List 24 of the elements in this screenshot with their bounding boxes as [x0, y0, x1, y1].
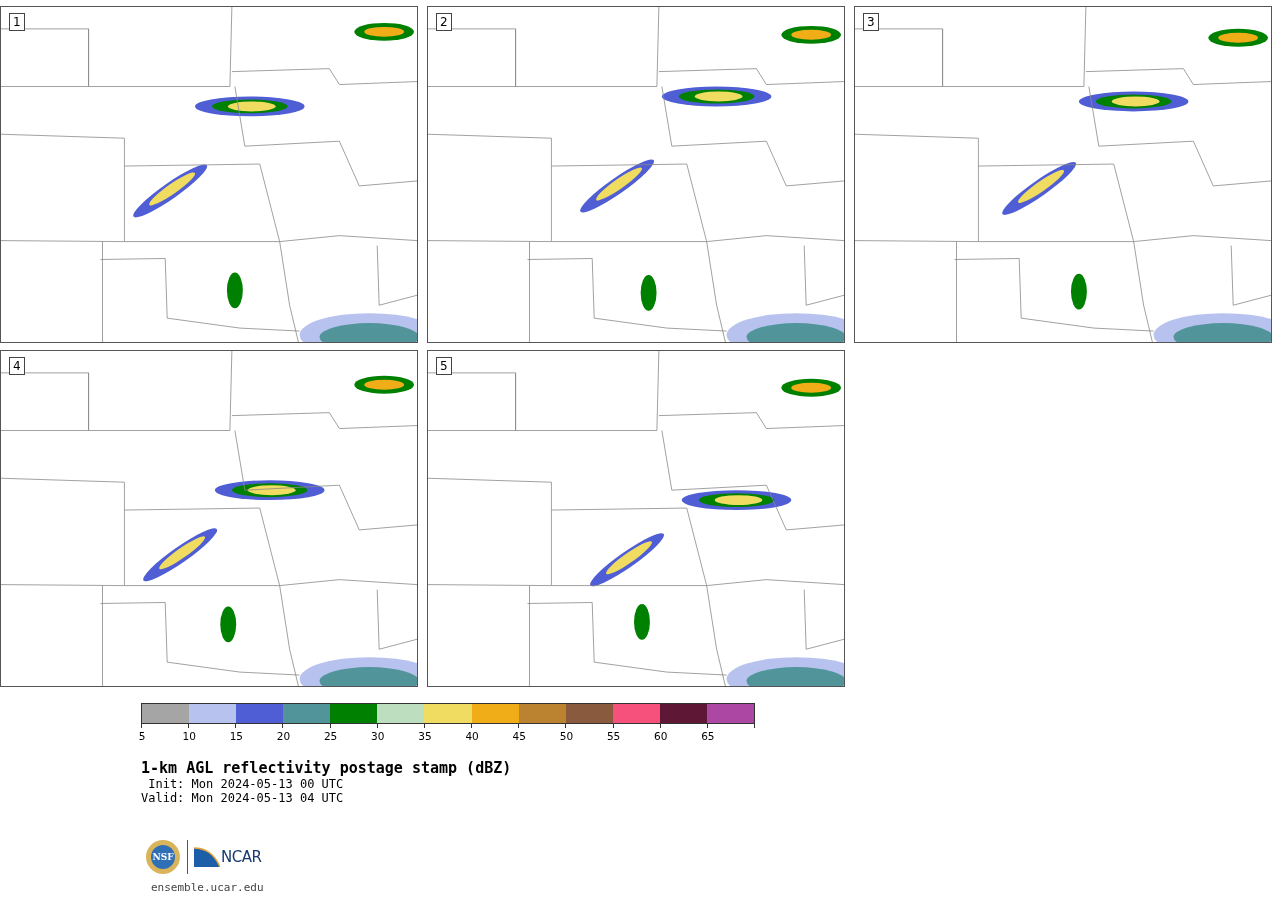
tick-label: 30 [370, 730, 386, 742]
panel-number-label: 4 [9, 357, 25, 375]
tick-label: 60 [653, 730, 669, 742]
tick-label: 15 [228, 730, 244, 742]
tick-label: 50 [558, 730, 575, 742]
tick-label: 45 [511, 730, 527, 742]
tick-label: 40 [464, 730, 480, 742]
tick-label: 20 [275, 730, 292, 742]
tick-label: 35 [417, 730, 433, 742]
tick-label: 5 [137, 730, 147, 742]
panel-number-label: 2 [436, 13, 452, 31]
panel-number-label: 1 [9, 13, 25, 31]
tick-label: 10 [181, 730, 197, 742]
tick-label: 65 [700, 730, 716, 742]
tick-label: 55 [605, 730, 622, 742]
panel-number-label: 5 [436, 357, 452, 375]
site-url: ensemble.ucar.edu [151, 881, 265, 894]
nsf-logo: NSF [145, 839, 181, 875]
chart-title: 1-km AGL reflectivity postage stamp (dBZ) [141, 760, 513, 777]
ncar-logo: NCAR [194, 847, 262, 867]
tick-label: 25 [322, 730, 339, 742]
valid-time: Valid: Mon 2024-05-13 04 UTC [141, 791, 345, 805]
panel-number-label: 3 [863, 13, 879, 31]
init-time: Init: Mon 2024-05-13 00 UTC [147, 777, 345, 791]
